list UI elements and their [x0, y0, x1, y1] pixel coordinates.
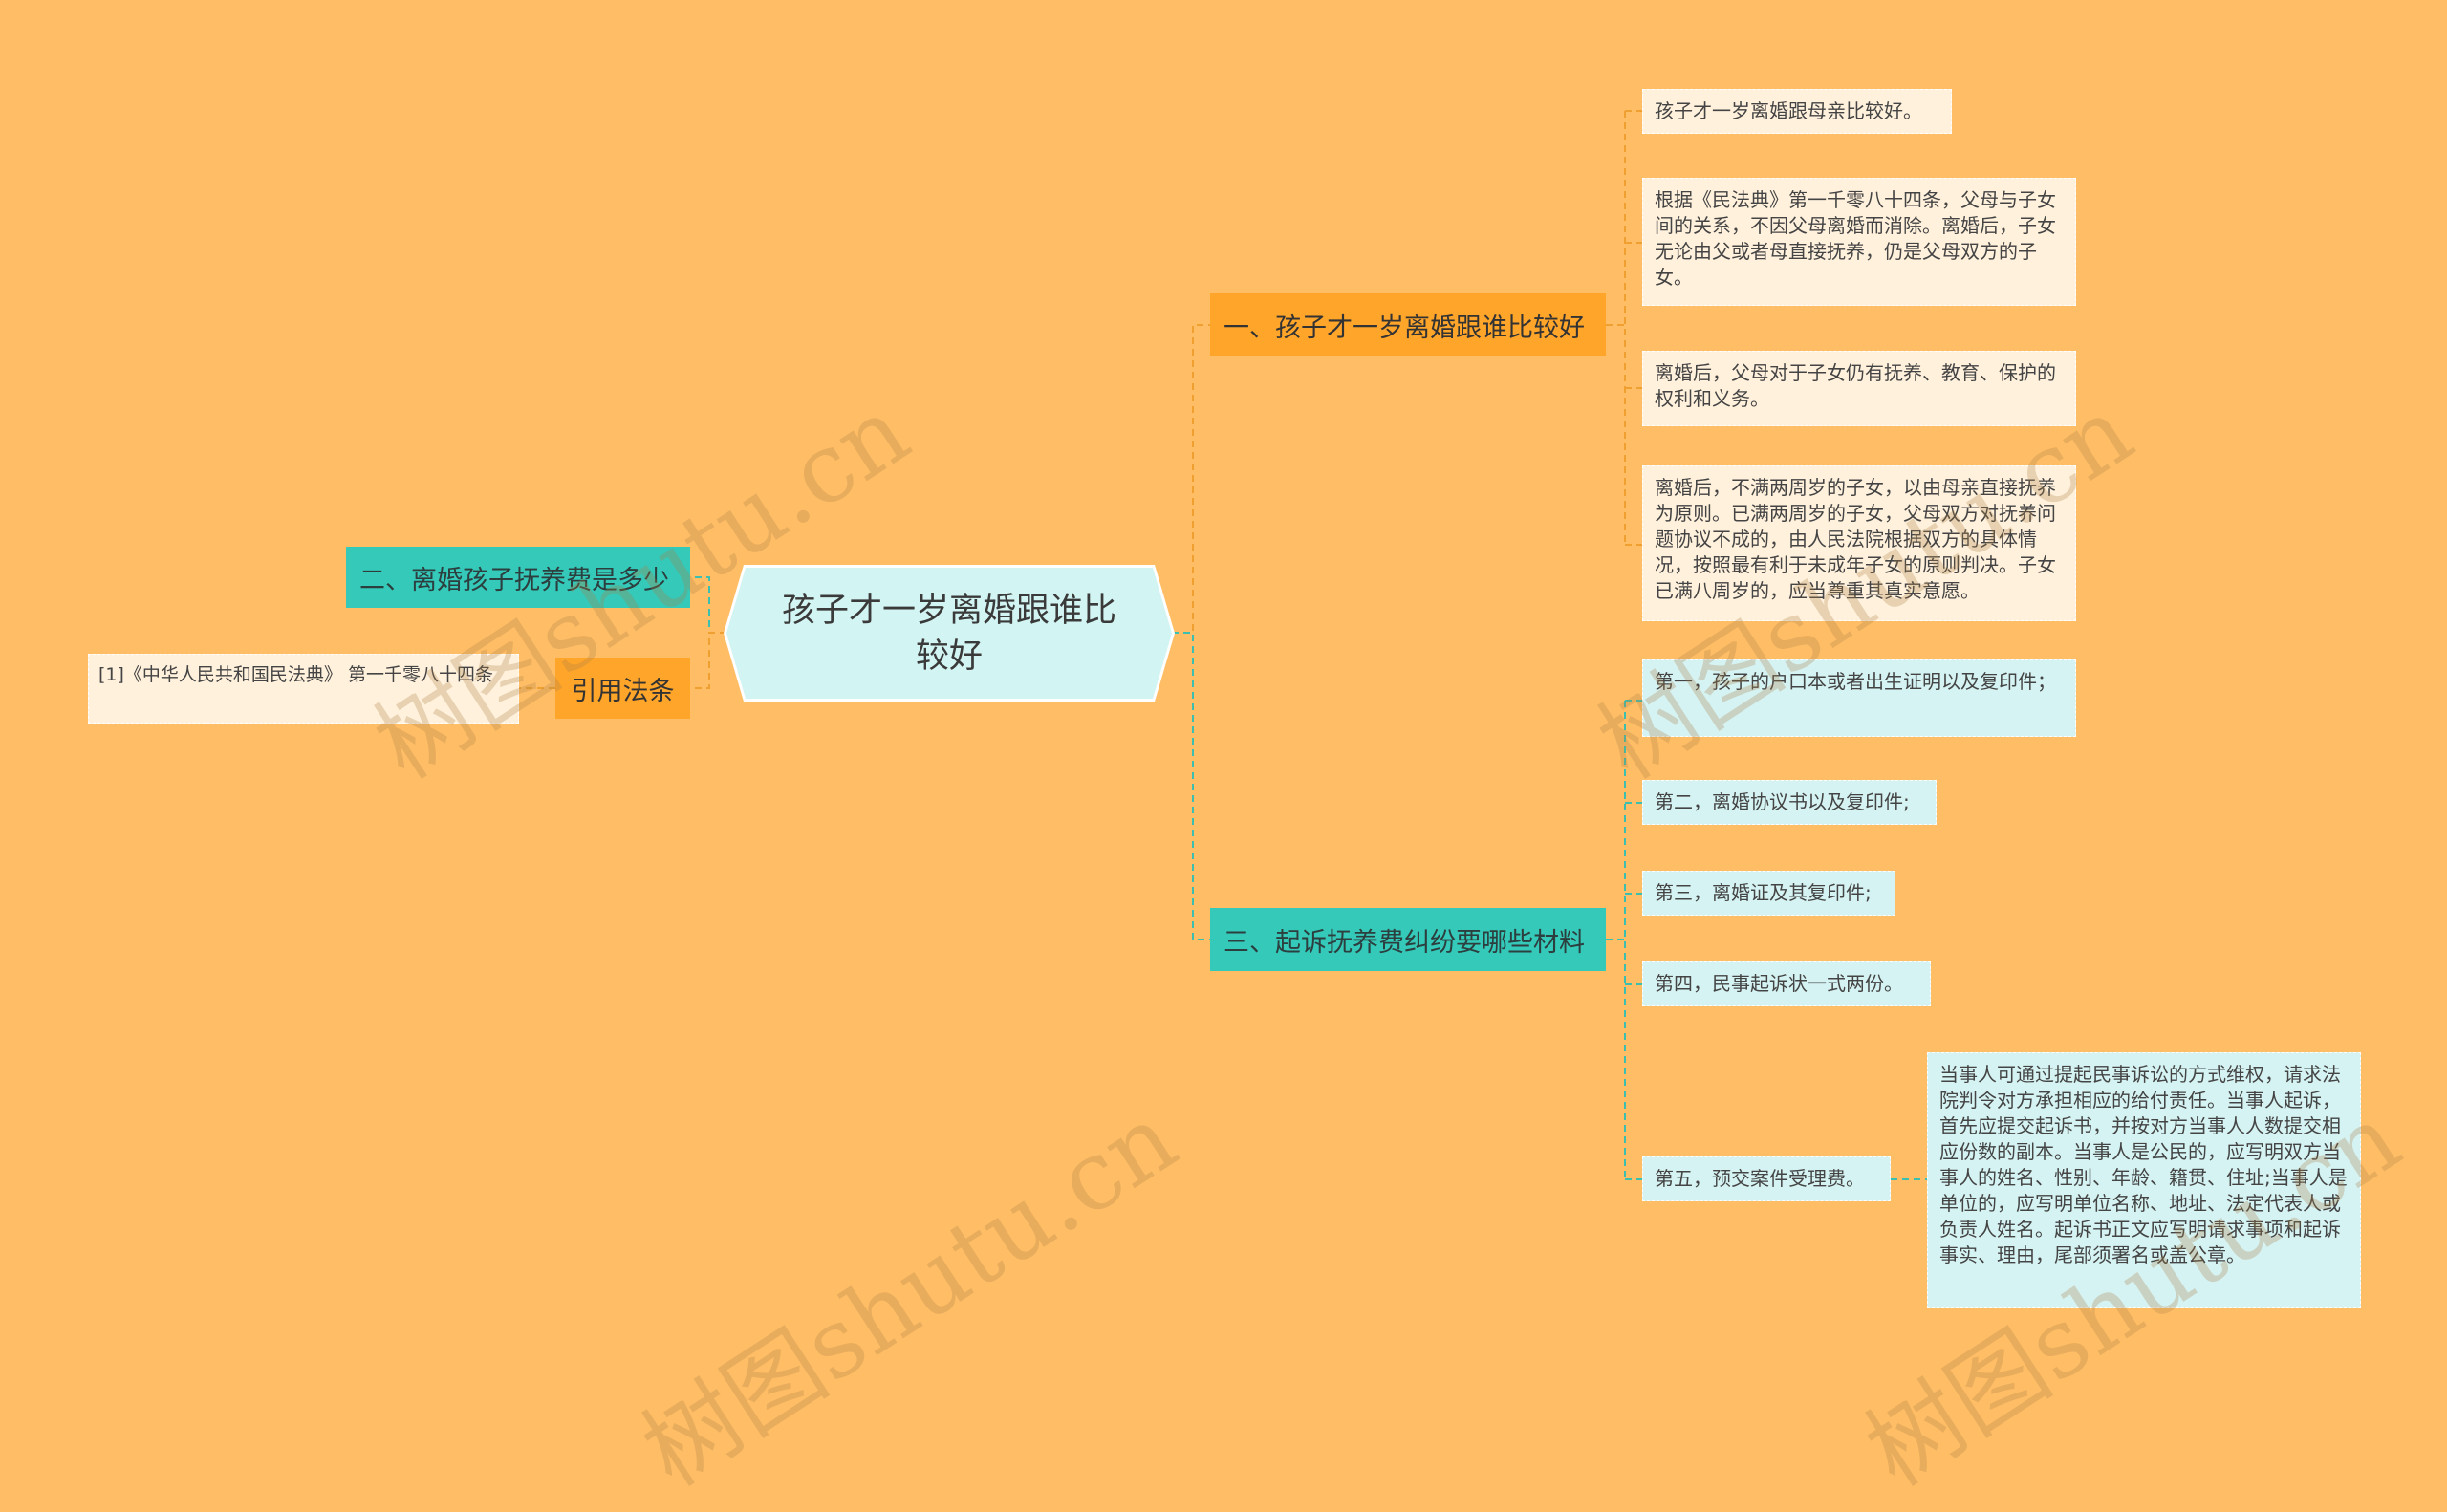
- cite-item[interactable]: [1]《中华人民共和国民法典》 第一千零八十四条: [88, 654, 519, 724]
- leaf-parental-rights[interactable]: 离婚后，父母对于子女仍有抚养、教育、保护的权利和义务。: [1642, 351, 2076, 426]
- branch-child-support[interactable]: 二、离婚孩子抚养费是多少: [346, 547, 690, 608]
- leaf-material-4-text: 第四，民事起诉状一式两份。: [1655, 972, 1903, 995]
- branch-lawsuit-materials-label: 三、起诉抚养费纠纷要哪些材料: [1224, 927, 1585, 958]
- branch-lawsuit-materials[interactable]: 三、起诉抚养费纠纷要哪些材料: [1210, 908, 1606, 971]
- leaf-civil-code-text: 根据《民法典》第一千零八十四条，父母与子女间的关系，不因父母离婚而消除。离婚后，…: [1655, 188, 2056, 289]
- root-node[interactable]: 孩子才一岁离婚跟谁比较好: [726, 568, 1172, 699]
- leaf-custody-answer-text: 孩子才一岁离婚跟母亲比较好。: [1655, 99, 1922, 122]
- mindmap-canvas: 孩子才一岁离婚跟谁比较好 二、离婚孩子抚养费是多少 引用法条 [1]《中华人民共…: [0, 0, 2447, 1507]
- branch-cite-law[interactable]: 引用法条: [555, 658, 690, 719]
- leaf-custody-principle-text: 离婚后，不满两周岁的子女，以由母亲直接抚养为原则。已满两周岁的子女，父母双方对抚…: [1655, 476, 2056, 602]
- leaf-material-2-text: 第二，离婚协议书以及复印件;: [1655, 790, 1910, 813]
- leaf-material-2[interactable]: 第二，离婚协议书以及复印件;: [1642, 780, 1937, 825]
- connector-root-cite: [690, 632, 726, 689]
- watermark: 树图shutu.cn: [623, 1082, 1196, 1508]
- leaf-material-3[interactable]: 第三，离婚证及其复印件;: [1642, 871, 1895, 916]
- leaf-material-1-text: 第一，孩子的户口本或者出生证明以及复印件；: [1655, 670, 2056, 693]
- leaf-material-5-text: 第五，预交案件受理费。: [1655, 1167, 1865, 1190]
- connector-b1-leaves: [1606, 110, 1642, 546]
- leaf-material-4[interactable]: 第四，民事起诉状一式两份。: [1642, 961, 1931, 1006]
- connector-root-b1: [1172, 324, 1210, 634]
- leaf-civil-code[interactable]: 根据《民法典》第一千零八十四条，父母与子女间的关系，不因父母离婚而消除。离婚后，…: [1642, 178, 2076, 306]
- connector-b3-leaves: [1606, 700, 1642, 1180]
- connector-root-b3: [1172, 632, 1210, 940]
- leaf-parental-rights-text: 离婚后，父母对于子女仍有抚养、教育、保护的权利和义务。: [1655, 361, 2056, 410]
- branch-cite-law-label: 引用法条: [571, 676, 675, 706]
- root-title: 孩子才一岁离婚跟谁比较好: [781, 591, 1116, 676]
- leaf-custody-answer[interactable]: 孩子才一岁离婚跟母亲比较好。: [1642, 89, 1952, 134]
- leaf-material-3-text: 第三，离婚证及其复印件;: [1655, 881, 1872, 904]
- connector-root-b2: [690, 576, 726, 634]
- branch-custody[interactable]: 一、孩子才一岁离婚跟谁比较好: [1210, 293, 1606, 356]
- cite-item-text: [1]《中华人民共和国民法典》 第一千零八十四条: [98, 664, 493, 685]
- leaf-material-1[interactable]: 第一，孩子的户口本或者出生证明以及复印件；: [1642, 659, 2076, 737]
- leaf-custody-principle[interactable]: 离婚后，不满两周岁的子女，以由母亲直接抚养为原则。已满两周岁的子女，父母双方对抚…: [1642, 465, 2076, 621]
- leaf-filing-fee-detail-text: 当事人可通过提起民事诉讼的方式维权，请求法院判令对方承担相应的给付责任。当事人起…: [1939, 1063, 2348, 1266]
- branch-custody-label: 一、孩子才一岁离婚跟谁比较好: [1224, 313, 1585, 343]
- leaf-filing-fee-detail[interactable]: 当事人可通过提起民事诉讼的方式维权，请求法院判令对方承担相应的给付责任。当事人起…: [1927, 1052, 2361, 1308]
- branch-child-support-label: 二、离婚孩子抚养费是多少: [359, 565, 669, 595]
- leaf-material-5[interactable]: 第五，预交案件受理费。: [1642, 1156, 1891, 1201]
